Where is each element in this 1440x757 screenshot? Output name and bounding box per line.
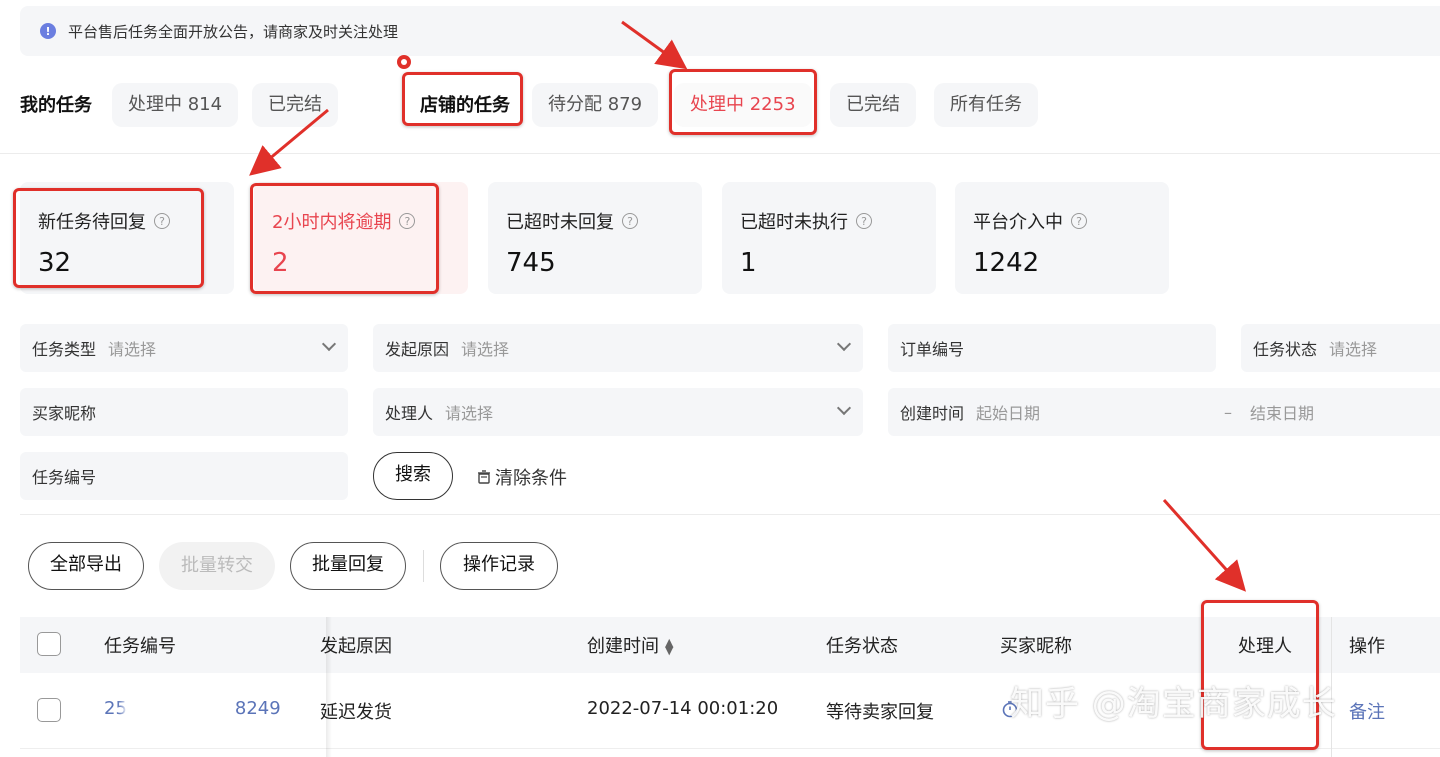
watermark: 知乎 @淘宝商家成长 [1010,684,1337,724]
annotation-arrows [249,20,1246,592]
